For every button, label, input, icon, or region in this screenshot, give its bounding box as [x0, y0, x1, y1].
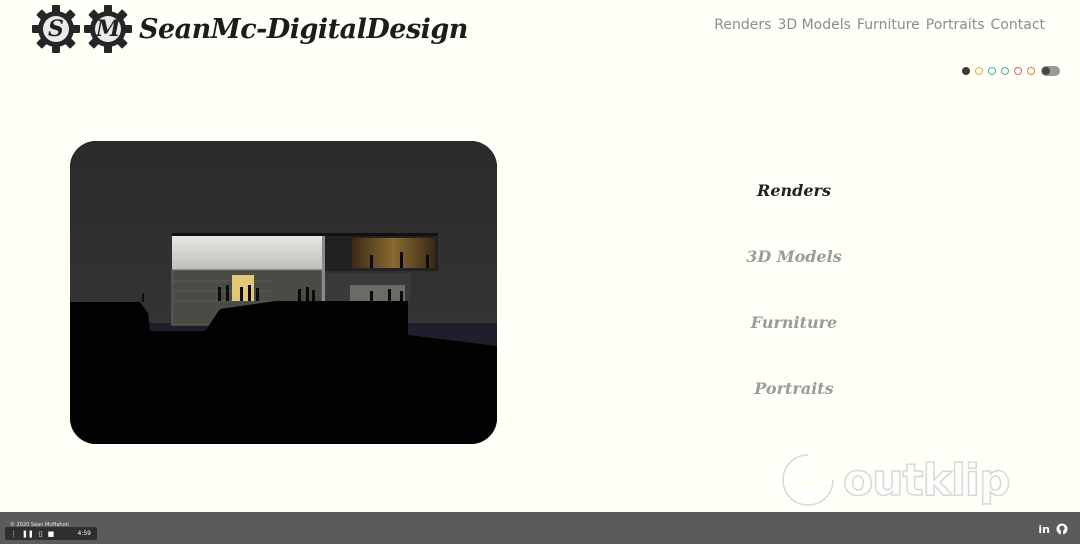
theme-dot-dark[interactable]	[962, 67, 970, 75]
topnav-contact[interactable]: Contact	[991, 17, 1045, 33]
linkedin-icon[interactable]: in	[1038, 523, 1050, 536]
logo-letter-m: M	[95, 16, 121, 42]
logo-gear-s: S	[31, 4, 81, 54]
site-title[interactable]: SeanMc-DigitalDesign	[139, 14, 468, 45]
dark-mode-toggle[interactable]	[1041, 66, 1060, 76]
category-nav: Renders 3D Models Furniture Portraits	[694, 180, 894, 444]
site-logo[interactable]: S M SeanMc-DigitalDesign	[31, 4, 468, 54]
social-links: in	[1038, 520, 1068, 539]
topnav-renders[interactable]: Renders	[714, 17, 771, 33]
github-glyph	[1056, 523, 1068, 535]
stop-icon[interactable]: ■	[48, 530, 55, 538]
architecture-section-render	[70, 141, 497, 444]
theme-dot-pink[interactable]	[1014, 67, 1022, 75]
theme-dot-yellow[interactable]	[975, 67, 983, 75]
category-furniture[interactable]: Furniture	[694, 312, 894, 334]
category-3d-models[interactable]: 3D Models	[694, 246, 894, 268]
toggle-knob	[1042, 67, 1050, 75]
trash-icon[interactable]: ▯	[39, 530, 43, 538]
menu-icon[interactable]: ⋮	[10, 530, 17, 538]
site-footer: © 2020 Sean McMahon in	[0, 512, 1080, 544]
category-portraits[interactable]: Portraits	[694, 378, 894, 400]
theme-dot-orange[interactable]	[1027, 67, 1035, 75]
theme-dot-cyan[interactable]	[988, 67, 996, 75]
outklip-watermark: outklip	[777, 449, 1011, 511]
topnav-furniture[interactable]: Furniture	[857, 17, 920, 33]
theme-dot-teal[interactable]	[1001, 67, 1009, 75]
logo-letter-s: S	[48, 16, 64, 42]
theme-color-picker	[962, 66, 1060, 76]
logo-gear-m: M	[83, 4, 133, 54]
category-renders[interactable]: Renders	[694, 180, 894, 202]
topnav-3d-models[interactable]: 3D Models	[777, 17, 850, 33]
github-icon[interactable]	[1056, 520, 1068, 539]
video-player-controls: ⋮ ❚❚ ▯ ■ 4:59	[5, 527, 97, 540]
recording-time: 4:59	[77, 530, 91, 537]
top-nav: Renders 3D Models Furniture Portraits Co…	[714, 17, 1045, 33]
outklip-logo-icon	[779, 451, 837, 509]
featured-render-image[interactable]	[70, 141, 497, 444]
pause-icon[interactable]: ❚❚	[22, 530, 34, 538]
topnav-portraits[interactable]: Portraits	[926, 17, 985, 33]
watermark-text: outklip	[842, 454, 1011, 507]
